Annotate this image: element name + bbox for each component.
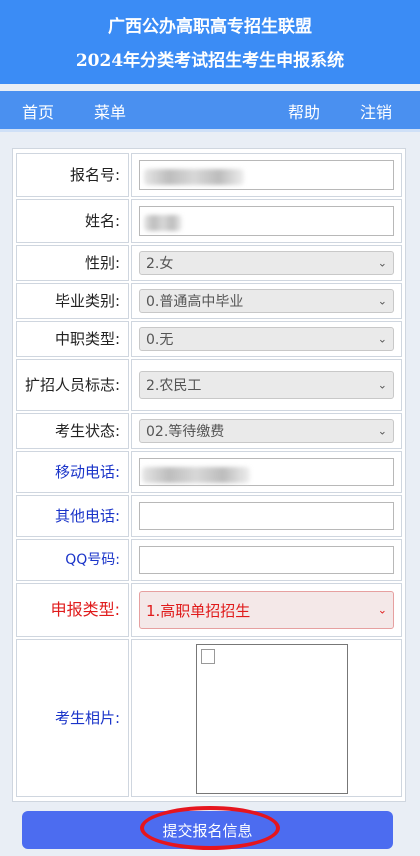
nav-home-link[interactable]: 首页 [22,99,54,123]
app-header: 广西公办高职高专招生联盟 2024年分类考试招生考生申报系统 [0,0,420,84]
nav-logout-link[interactable]: 注销 [360,99,392,123]
row-photo: 考生相片: [13,639,405,797]
row-qq: QQ号码: [13,539,405,581]
expand-select[interactable]: 2.农民工 ⌄ [139,371,394,399]
apply-type-label: 申报类型: [16,583,129,637]
row-other-phone: 其他电话: [13,495,405,537]
registration-form: 报名号: 姓名: 性别: 2.女 ⌄ 毕业类别: 0.普通高中毕业 ⌄ 中职类型… [12,148,406,802]
qq-label: QQ号码: [16,539,129,581]
row-apply-type: 申报类型: 1.高职单招招生 ⌄ [13,583,405,637]
chevron-down-icon: ⌄ [377,332,387,346]
photo-label: 考生相片: [16,639,129,797]
gender-cell: 2.女 ⌄ [131,245,402,281]
row-mobile: 移动电话: [13,451,405,493]
status-cell: 02.等待缴费 ⌄ [131,413,402,449]
name-input[interactable] [139,206,394,236]
chevron-down-icon: ⌄ [377,424,387,438]
voc-type-select[interactable]: 0.无 ⌄ [139,327,394,351]
header-title-line1: 广西公办高职高专招生联盟 [108,17,312,37]
name-label: 姓名: [16,199,129,243]
chevron-down-icon: ⌄ [377,603,387,617]
name-cell [131,199,402,243]
photo-frame[interactable] [196,644,348,794]
qq-input[interactable] [139,546,394,574]
reg-no-label: 报名号: [16,153,129,197]
grad-type-cell: 0.普通高中毕业 ⌄ [131,283,402,319]
header-title-line2: 2024年分类考试招生考生申报系统 [75,51,345,71]
reg-no-cell [131,153,402,197]
row-name: 姓名: [13,199,405,243]
other-phone-label: 其他电话: [16,495,129,537]
apply-type-select[interactable]: 1.高职单招招生 ⌄ [139,591,394,629]
row-reg-no: 报名号: [13,153,405,197]
status-value: 02.等待缴费 [146,424,225,440]
row-gender: 性别: 2.女 ⌄ [13,245,405,281]
expand-cell: 2.农民工 ⌄ [131,359,402,411]
voc-type-label: 中职类型: [16,321,129,357]
highlight-circle [140,806,280,850]
redacted-reg-no [144,169,244,185]
status-label: 考生状态: [16,413,129,449]
chevron-down-icon: ⌄ [377,256,387,270]
voc-type-value: 0.无 [146,332,174,348]
row-grad-type: 毕业类别: 0.普通高中毕业 ⌄ [13,283,405,319]
other-phone-cell [131,495,402,537]
expand-value: 2.农民工 [146,378,202,394]
redacted-name [144,215,182,231]
other-phone-input[interactable] [139,502,394,530]
row-expand: 扩招人员标志: 2.农民工 ⌄ [13,359,405,411]
redacted-mobile [142,467,250,483]
photo-cell [131,639,402,797]
broken-image-icon [201,649,215,664]
qq-cell [131,539,402,581]
chevron-down-icon: ⌄ [377,294,387,308]
nav-menu-link[interactable]: 菜单 [94,99,126,123]
mobile-cell [131,451,402,493]
nav-bar: 首页 菜单 帮助 注销 [0,91,420,129]
row-voc-type: 中职类型: 0.无 ⌄ [13,321,405,357]
apply-type-cell: 1.高职单招招生 ⌄ [131,583,402,637]
apply-type-value: 1.高职单招招生 [146,601,251,620]
gender-select[interactable]: 2.女 ⌄ [139,251,394,275]
grad-type-value: 0.普通高中毕业 [146,294,244,310]
voc-type-cell: 0.无 ⌄ [131,321,402,357]
mobile-label: 移动电话: [16,451,129,493]
row-status: 考生状态: 02.等待缴费 ⌄ [13,413,405,449]
status-select[interactable]: 02.等待缴费 ⌄ [139,419,394,443]
mobile-input[interactable] [139,458,394,486]
expand-label: 扩招人员标志: [16,359,129,411]
header-gap [0,84,420,91]
reg-no-input[interactable] [139,160,394,190]
grad-type-label: 毕业类别: [16,283,129,319]
chevron-down-icon: ⌄ [377,378,387,392]
gender-value: 2.女 [146,256,174,272]
nav-help-link[interactable]: 帮助 [288,99,320,123]
gender-label: 性别: [16,245,129,281]
grad-type-select[interactable]: 0.普通高中毕业 ⌄ [139,289,394,313]
nav-divider [0,129,420,132]
